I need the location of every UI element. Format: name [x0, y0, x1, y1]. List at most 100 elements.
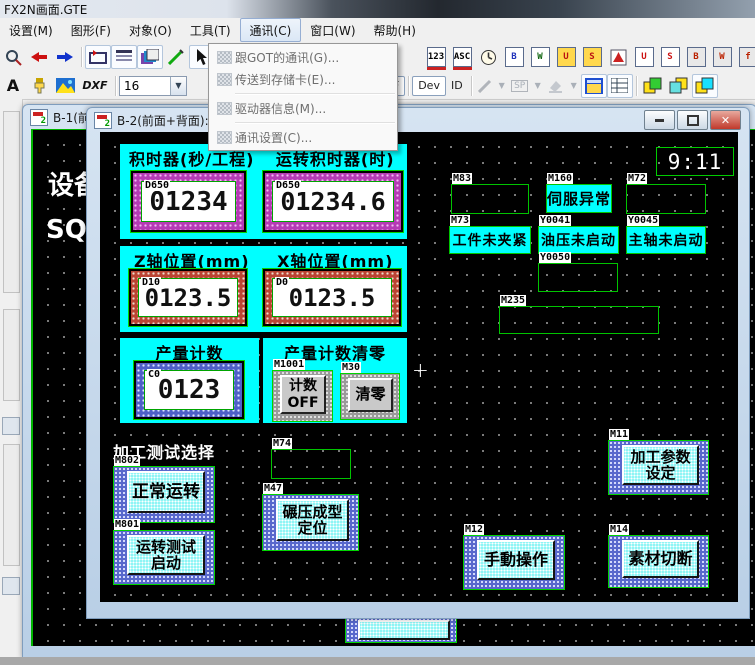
text-tool-icon[interactable]: A [0, 74, 26, 98]
m74-rect[interactable]: M74 [271, 449, 351, 479]
paint-tool-icon[interactable] [26, 74, 52, 98]
back-layer-icon[interactable] [666, 74, 692, 98]
toolbar-separator [81, 47, 82, 67]
dock-panel [3, 309, 20, 401]
menu-separator [235, 93, 395, 94]
timer-display-frame[interactable]: D650 01234 [131, 171, 246, 232]
gtd-file-icon: 2 [94, 112, 112, 129]
data-view-icon[interactable] [607, 74, 633, 98]
close-button[interactable]: ✕ [710, 110, 741, 130]
manual-operation-button[interactable]: M12 手動操作 [464, 536, 564, 589]
ascii-display-icon[interactable]: ASC [449, 45, 475, 69]
menu-window[interactable]: 窗口(W) [301, 18, 364, 42]
timer-panel[interactable]: 积时器(秒/工程) 运转积时器(时) D650 01234 D650 01234… [120, 144, 407, 239]
menubar: 设置(M) 图形(F) 对象(O) 工具(T) 通讯(C) 窗口(W) 帮助(H… [0, 18, 755, 43]
z-axis-display-frame[interactable]: D10 0123.5 [129, 269, 247, 326]
axis-panel[interactable]: Z轴位置(mm) X轴位置(mm) D10 0123.5 D0 0123.5 [120, 246, 407, 332]
device-tag: D10 [141, 277, 161, 288]
roll-forming-button[interactable]: M47 碾压成型 定位 [263, 495, 358, 550]
menu-figure[interactable]: 图形(F) [62, 18, 120, 42]
timer-display[interactable]: D650 01234 [141, 181, 236, 222]
m72-rect[interactable]: M72 [626, 184, 706, 214]
param-setting-button[interactable]: M11 加工参数 设定 [609, 441, 708, 494]
m83-rect[interactable]: M83 [451, 184, 529, 214]
touch-key-icon[interactable] [605, 45, 631, 69]
dxf-tool-icon[interactable]: DXF [78, 74, 112, 98]
count-clear-panel[interactable]: 产量计数清零 M1001 计数 OFF M30 清零 [263, 338, 407, 423]
app-titlebar: FX2N画面.GTE [0, 0, 755, 18]
device-tag: D650 [275, 180, 301, 191]
word-tool-icon[interactable]: W [709, 45, 735, 69]
menu-tools[interactable]: 工具(T) [181, 18, 240, 42]
front-layer-icon[interactable] [640, 74, 666, 98]
minimize-button[interactable] [644, 110, 675, 130]
communication-menu: 跟GOT的通讯(G)... 传送到存储卡(E)... 驱动器信息(M)... 通… [208, 43, 398, 151]
layers-icon[interactable] [137, 45, 163, 69]
device-tag: M12 [464, 524, 484, 535]
font-size-select[interactable]: 16 ▼ [119, 76, 187, 96]
menu-item-comm-setup[interactable]: 通讯设置(C)... [209, 126, 397, 148]
menu-object[interactable]: 对象(O) [120, 18, 181, 42]
both-layer-icon[interactable] [692, 74, 718, 98]
dev-button[interactable]: Dev [412, 76, 446, 96]
dock-icon[interactable] [2, 577, 20, 595]
word-key-icon[interactable]: S [657, 45, 683, 69]
count-off-button[interactable]: M1001 计数 OFF [273, 371, 332, 421]
x-axis-display-frame[interactable]: D0 0123.5 [263, 269, 401, 326]
menu-help[interactable]: 帮助(H) [365, 18, 425, 42]
material-cut-button[interactable]: M14 素材切断 [609, 536, 708, 587]
clear-button[interactable]: M30 清零 [341, 374, 399, 419]
normal-run-button[interactable]: M802 正常运转 [114, 467, 214, 522]
preview-icon[interactable] [0, 45, 26, 69]
count-display-frame[interactable]: C0 0123 [134, 361, 244, 419]
crosshair-cursor: + [412, 365, 429, 375]
prev-screen-icon[interactable] [26, 45, 52, 69]
hydraulic-alarm-lamp[interactable]: Y0041 油压未启动 [538, 226, 619, 254]
run-timer-display[interactable]: D650 01234.6 [272, 181, 394, 222]
restore-button[interactable] [677, 110, 708, 130]
clock-display[interactable]: 9:11 [656, 147, 734, 176]
servo-alarm-lamp[interactable]: M160 伺服异常 [546, 184, 612, 213]
spindle-alarm-lamp[interactable]: Y0045 主轴未启动 [626, 226, 706, 254]
menu-communication[interactable]: 通讯(C) [240, 18, 302, 42]
window-preview-icon[interactable] [581, 74, 607, 98]
menu-item-got-comm[interactable]: 跟GOT的通讯(G)... [209, 46, 397, 68]
device-tag: C0 [147, 369, 161, 380]
clock-display-icon[interactable] [475, 45, 501, 69]
window-b2-titlebar[interactable]: 2 B-2(前面+背面):3 ✕ [87, 108, 749, 132]
count-panel[interactable]: 产量计数 C0 0123 [120, 338, 259, 423]
device-tag: D650 [144, 180, 170, 191]
m235-rect[interactable]: M235 [499, 306, 659, 334]
dock-icon[interactable] [2, 417, 20, 435]
workpiece-alarm-lamp[interactable]: M73 工件未夹紧 [449, 226, 531, 254]
numeric-display-icon[interactable]: 123 [423, 45, 449, 69]
count-display[interactable]: C0 0123 [144, 370, 234, 410]
draw-line-icon[interactable] [163, 45, 189, 69]
bit-key-icon[interactable]: U [631, 45, 657, 69]
run-timer-display-frame[interactable]: D650 01234.6 [263, 171, 403, 232]
image-tool-icon[interactable] [52, 74, 78, 98]
menu-settings[interactable]: 设置(M) [0, 18, 62, 42]
window-b2[interactable]: 2 B-2(前面+背面):3 ✕ 9:11 积时器(秒/工程) 运转积时器(时) [86, 107, 750, 619]
func-tool-icon[interactable]: f [735, 45, 755, 69]
menu-item-drive-info[interactable]: 驱动器信息(M)... [209, 97, 397, 119]
word-lamp-icon[interactable]: S [579, 45, 605, 69]
z-axis-display[interactable]: D10 0123.5 [138, 278, 238, 317]
screen-list-icon[interactable] [111, 45, 137, 69]
id-button[interactable]: ID [446, 76, 468, 96]
x-axis-display[interactable]: D0 0123.5 [272, 278, 392, 317]
bit-tool-icon[interactable]: B [683, 45, 709, 69]
comment-bit-icon[interactable]: B [501, 45, 527, 69]
app-title: FX2N画面.GTE [4, 1, 87, 18]
screen-fit-icon[interactable] [85, 45, 111, 69]
dock-panel [3, 111, 20, 293]
comment-word-icon[interactable]: W [527, 45, 553, 69]
test-run-start-button[interactable]: M801 运转测试 启动 [114, 531, 214, 584]
bit-lamp-icon[interactable]: U [553, 45, 579, 69]
menu-item-memory-card[interactable]: 传送到存储卡(E)... [209, 68, 397, 90]
combo-arrow-icon[interactable]: ▼ [170, 77, 186, 95]
screen-canvas-b2[interactable]: 9:11 积时器(秒/工程) 运转积时器(时) D650 01234 D650 [100, 132, 738, 602]
y0050-rect[interactable]: Y0050 [538, 263, 618, 292]
next-screen-icon[interactable] [52, 45, 78, 69]
b1-partial-button[interactable] [346, 618, 456, 642]
